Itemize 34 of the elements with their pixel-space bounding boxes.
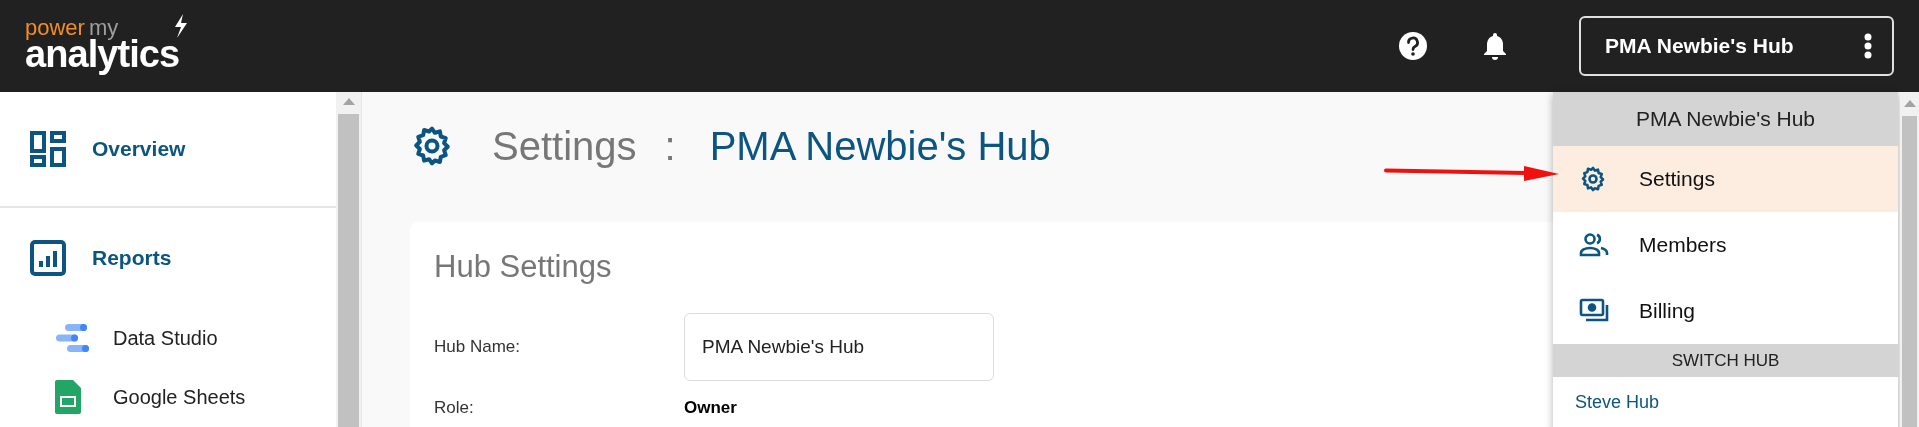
field-label: Hub Name: xyxy=(434,335,521,358)
scroll-up-icon[interactable] xyxy=(342,98,355,106)
field-value: Owner xyxy=(684,396,737,419)
help-icon xyxy=(1398,31,1428,61)
bar-chart-icon xyxy=(30,240,66,276)
sidebar-item[interactable]: Google Sheets xyxy=(0,367,336,427)
hub-name-field[interactable]: PMA Newbie's Hub xyxy=(684,312,994,381)
sidebar-item[interactable]: Reports xyxy=(0,208,336,308)
menu-title: PMA Newbie's Hub xyxy=(1553,92,1898,146)
title-separator: : xyxy=(664,123,676,170)
cash-icon xyxy=(1579,298,1609,324)
data-studio-icon xyxy=(55,322,89,353)
menu-item[interactable]: Settings xyxy=(1553,146,1898,212)
more-vertical-icon xyxy=(1864,33,1872,59)
hub-menu-button[interactable]: PMA Newbie's Hub xyxy=(1579,16,1894,76)
scrollbar[interactable] xyxy=(1900,92,1919,427)
scroll-up-icon[interactable] xyxy=(1903,100,1916,108)
field-label: Role: xyxy=(434,396,475,419)
scrollbar[interactable] xyxy=(336,92,362,427)
spreadsheet-icon xyxy=(55,380,81,415)
bell-icon xyxy=(1482,31,1508,61)
sidebar-item[interactable]: Overview xyxy=(0,92,336,206)
settings-icon xyxy=(1579,165,1607,193)
people-icon xyxy=(1579,233,1609,257)
menu-item[interactable]: Billing xyxy=(1553,278,1898,344)
card-heading: Hub Settings xyxy=(434,248,612,286)
menu-item[interactable]: Members xyxy=(1553,212,1898,278)
hub-link[interactable]: Steve Hub xyxy=(1553,377,1898,427)
page-title: Settings xyxy=(492,123,637,170)
dashboard-icon xyxy=(30,131,66,167)
sidebar-item[interactable]: Data Studio xyxy=(0,308,336,368)
hub-name-title: PMA Newbie's Hub xyxy=(709,123,1051,170)
logo[interactable]: power my analytics xyxy=(25,12,193,80)
section-heading: SWITCH HUB xyxy=(1553,344,1898,377)
